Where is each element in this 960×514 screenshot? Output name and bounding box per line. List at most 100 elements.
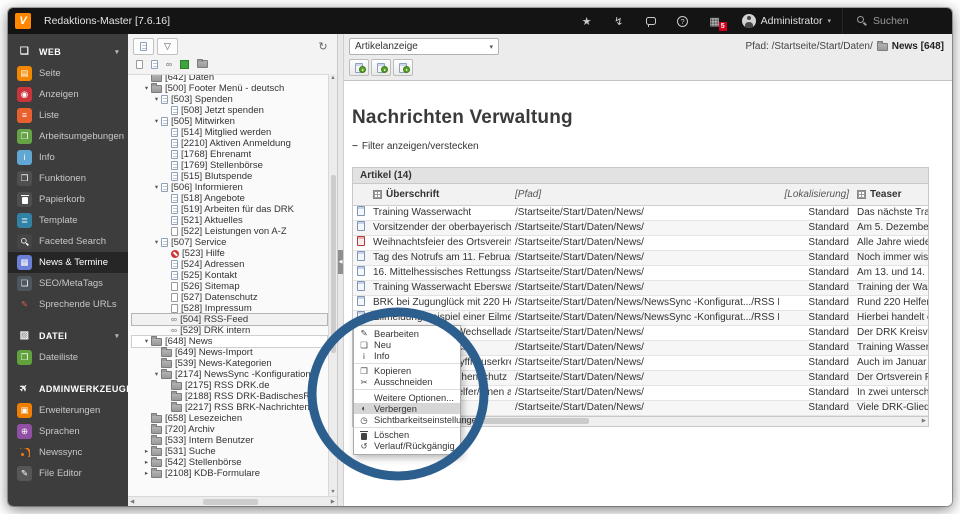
column-localization-header[interactable]: [Lokalisierung] xyxy=(779,184,853,205)
table-row[interactable]: Vorsitzender der oberbayerischen Wasserw… xyxy=(353,220,929,235)
expander-icon[interactable]: ▾ xyxy=(152,237,161,248)
help-button[interactable] xyxy=(667,8,699,34)
tree-item[interactable]: [524] Adressen xyxy=(132,259,327,270)
sidebar-item-dateiliste[interactable]: ❐ Dateiliste xyxy=(8,347,128,368)
tree-item[interactable]: [528] Impressum xyxy=(132,303,327,314)
workspace-button[interactable]: ▦ 5 xyxy=(699,8,731,34)
tree-item[interactable]: [2210] Aktiven Anmeldung xyxy=(132,138,327,149)
tree-item[interactable]: ▾ [507] Service xyxy=(132,237,327,248)
clear-cache-button[interactable]: ↯ xyxy=(603,8,635,34)
filter-button[interactable]: ▽ xyxy=(157,38,178,55)
tree-item[interactable]: ∞ [529] DRK intern xyxy=(132,325,327,336)
table-row[interactable]: Training Wasserwacht Eberswalde /Startse… xyxy=(353,280,929,295)
sidebar-section-header[interactable]: ▨ DATEI ▾ xyxy=(8,324,128,347)
sync-categories-button[interactable] xyxy=(371,59,391,76)
tree-item[interactable]: ▾ [505] Mitwirken xyxy=(132,116,327,127)
tree-item[interactable]: ▾ [506] Informieren xyxy=(132,182,327,193)
tree-item[interactable]: [508] Jetzt spenden xyxy=(132,105,327,116)
sidebar-item-liste[interactable]: ≡ Liste xyxy=(8,105,128,126)
tree-item[interactable]: [521] Aktuelles xyxy=(132,215,327,226)
sidebar-section-header[interactable]: ✈ ADMINWERKZEUGE ▾ xyxy=(8,377,128,400)
scroll-right-icon[interactable]: ▶ xyxy=(922,418,926,424)
scrollbar-thumb[interactable] xyxy=(203,499,257,505)
sidebar-item-papierkorb[interactable]: Papierkorb xyxy=(8,189,128,210)
sidebar-item-funktionen[interactable]: ❒ Funktionen xyxy=(8,168,128,189)
expander-icon[interactable]: ▾ xyxy=(142,83,151,94)
tree-item[interactable]: [1768] Ehrenamt xyxy=(132,149,327,160)
tree-item[interactable]: [642] Daten xyxy=(132,75,327,83)
filter-toggle-link[interactable]: − Filter anzeigen/verstecken xyxy=(352,141,952,152)
tree-item[interactable]: ▾ [2174] NewsSync -Konfiguration xyxy=(132,369,327,380)
sidebar-section-header[interactable]: ❑ WEB ▾ xyxy=(8,40,128,63)
drag-new-content-page-icon[interactable] xyxy=(151,60,158,69)
tree-item[interactable]: ∞ [504] RSS-Feed xyxy=(132,314,327,325)
refresh-button[interactable]: ↻ xyxy=(314,38,332,55)
drag-new-folder-icon[interactable] xyxy=(197,60,208,68)
sidebar-item-faceted-search[interactable]: Faceted Search xyxy=(8,231,128,252)
expander-icon[interactable]: ▾ xyxy=(152,94,161,105)
context-menu-item-info[interactable]: i Info xyxy=(354,350,460,361)
sidebar-item-file-editor[interactable]: ✎ File Editor xyxy=(8,463,128,484)
column-teaser-header[interactable]: Teaser xyxy=(853,184,929,205)
tree-item[interactable]: ▸ [531] Suche xyxy=(132,446,327,457)
sidebar-item-anzeigen[interactable]: ◉ Anzeigen xyxy=(8,84,128,105)
context-menu-item-copy[interactable]: ❐ Kopieren xyxy=(354,366,460,377)
edit-column-icon[interactable] xyxy=(857,190,866,199)
tree-item[interactable]: ▸ [2108] KDB-Formulare xyxy=(132,468,327,479)
edit-column-icon[interactable] xyxy=(373,190,382,199)
tree-item[interactable]: ▾ [503] Spenden xyxy=(132,94,327,105)
sidebar-item-seo-metatags[interactable]: ❏ SEO/MetaTags xyxy=(8,273,128,294)
tree-item[interactable]: [514] Mitglied werden xyxy=(132,127,327,138)
column-title-header[interactable]: Überschrift xyxy=(369,184,511,205)
tree-item[interactable]: [2175] RSS DRK.de xyxy=(132,380,327,391)
view-mode-select[interactable]: Artikelanzeige ▾ xyxy=(349,38,499,55)
sync-feeds-button[interactable] xyxy=(393,59,413,76)
sidebar-item-news-termine[interactable]: ▦ News & Termine xyxy=(8,252,128,273)
tree-item[interactable]: ▾ [500] Footer Menü - deutsch xyxy=(132,83,327,94)
tree-item[interactable]: [720] Archiv xyxy=(132,424,327,435)
expander-icon[interactable]: ▾ xyxy=(142,336,151,347)
context-menu-item-hide[interactable]: ◐ Verbergen xyxy=(354,403,460,414)
context-menu-item-delete[interactable]: Löschen xyxy=(354,430,460,441)
tree-item[interactable]: [1769] Stellenbörse xyxy=(132,160,327,171)
drag-new-mountpoint-icon[interactable] xyxy=(180,60,189,69)
tree-item[interactable]: [525] Kontakt xyxy=(132,270,327,281)
expander-icon[interactable]: ▾ xyxy=(152,116,161,127)
sidebar-item-newssync[interactable]: Newssync xyxy=(8,442,128,463)
tree-vertical-scrollbar[interactable]: ▲ ▼ xyxy=(328,74,337,496)
drag-new-shortcut-icon[interactable]: ∞ xyxy=(166,60,172,69)
expander-icon[interactable]: ▸ xyxy=(142,468,151,479)
expander-icon[interactable]: ▾ xyxy=(152,369,161,380)
context-menu-item-edit[interactable]: ✎ Bearbeiten xyxy=(354,328,460,339)
context-menu-item-cut[interactable]: ✂ Ausschneiden xyxy=(354,377,460,388)
bookmark-button[interactable]: ★ xyxy=(571,8,603,34)
tree-item[interactable]: [2217] RSS BRK-Nachrichten xyxy=(132,402,327,413)
tree-item[interactable]: [518] Angebote xyxy=(132,193,327,204)
scroll-down-icon[interactable]: ▼ xyxy=(330,489,335,495)
scrollbar-thumb[interactable] xyxy=(331,175,336,352)
search-input[interactable]: Suchen xyxy=(842,8,952,34)
tree-item[interactable]: ▸ [542] Stellenbörse xyxy=(132,457,327,468)
table-row[interactable]: Eilmeldung Beispiel einer Eilmeldung /St… xyxy=(353,310,929,325)
tree-item[interactable]: [2188] RSS DRK-BadischesRK xyxy=(132,391,327,402)
sidebar-item-sprachen[interactable]: ⊕ Sprachen xyxy=(8,421,128,442)
sidebar-item-template[interactable]: ≣ Template xyxy=(8,210,128,231)
tree-item[interactable]: [519] Arbeiten für das DRK xyxy=(132,204,327,215)
context-menu-item-visibility[interactable]: ◷ Sichtbarkeitseinstellungen xyxy=(354,414,460,425)
expander-icon[interactable]: ▸ xyxy=(142,457,151,468)
tree-item[interactable]: [533] Intern Benutzer xyxy=(132,435,327,446)
tree-item[interactable]: [539] News-Kategorien xyxy=(132,358,327,369)
tree-item[interactable]: [526] Sitemap xyxy=(132,281,327,292)
tree-item[interactable]: [658] Lesezeichen xyxy=(132,413,327,424)
splitter-collapse-handle[interactable]: ◀ xyxy=(338,250,343,274)
sidebar-item-arbeitsumgebungen[interactable]: ❐ Arbeitsumgebungen xyxy=(8,126,128,147)
table-row[interactable]: Weihnachtsfeier des Ortsvereins Eberswal… xyxy=(353,235,929,250)
table-row[interactable]: Tag des Notrufs am 11. Februar /Startsei… xyxy=(353,250,929,265)
table-row[interactable]: 16. Mittelhessisches Rettungssymposium /… xyxy=(353,265,929,280)
scroll-right-icon[interactable]: ▶ xyxy=(331,499,335,505)
table-row[interactable]: Training Wasserwacht /Startseite/Start/D… xyxy=(353,205,929,220)
tree-item[interactable]: [649] News-Import xyxy=(132,347,327,358)
user-menu[interactable]: Administrator ▾ xyxy=(731,8,842,34)
sidebar-item-seite[interactable]: ▤ Seite xyxy=(8,63,128,84)
opendocs-button[interactable] xyxy=(635,8,667,34)
